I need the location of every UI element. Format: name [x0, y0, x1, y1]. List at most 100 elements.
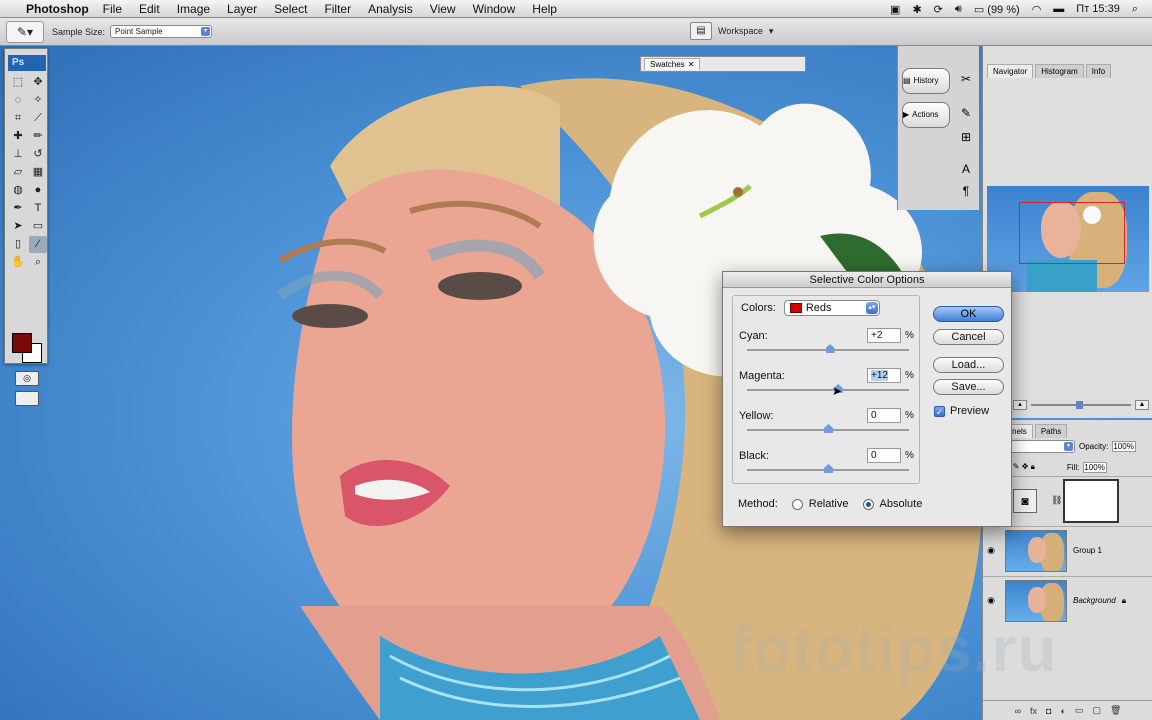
menu-help[interactable]: Help	[532, 2, 557, 16]
quick-mask-button[interactable]: ◎	[15, 371, 39, 386]
colors-select[interactable]: Reds ▴▾	[783, 300, 880, 316]
view-box[interactable]	[1019, 202, 1125, 264]
actions-panel-button[interactable]: ▶ Actions	[902, 102, 950, 128]
magenta-slider-track[interactable]	[747, 389, 909, 391]
opacity-field[interactable]: 100%	[1112, 440, 1137, 452]
tab-info[interactable]: Info	[1085, 64, 1112, 78]
battery-status[interactable]: ▭ (99 %)	[974, 3, 1020, 16]
volume-icon[interactable]: 🔊︎	[955, 3, 962, 16]
clone-source-icon[interactable]: ⊞	[955, 130, 977, 144]
move-tool-icon[interactable]: ✥	[29, 74, 47, 91]
menu-select[interactable]: Select	[274, 2, 307, 16]
load-button[interactable]: Load...	[933, 357, 1004, 373]
menu-image[interactable]: Image	[177, 2, 210, 16]
ps-logo[interactable]: Ps	[8, 55, 46, 71]
link-layers-icon[interactable]: ∞	[1015, 706, 1021, 716]
sample-size-select[interactable]: Point Sample ▾	[110, 25, 213, 38]
chevron-down-icon: ▾	[768, 25, 774, 36]
blur-tool-icon[interactable]: ◍	[9, 182, 27, 199]
brushes-icon[interactable]: ✎	[955, 106, 977, 120]
menu-layer[interactable]: Layer	[227, 2, 257, 16]
shape-tool-icon[interactable]: ▭	[29, 218, 47, 235]
pen-tool-icon[interactable]: ✒	[9, 200, 27, 217]
brush-tool-icon[interactable]: ✏	[29, 128, 47, 145]
layer-row-group-1[interactable]: ◉ Group 1	[983, 526, 1152, 574]
gradient-tool-icon[interactable]: ▦	[29, 164, 47, 181]
healing-brush-tool-icon[interactable]: ✚	[9, 128, 27, 145]
preview-checkbox[interactable]: ✓	[934, 405, 945, 417]
notes-tool-icon[interactable]: ▯	[9, 236, 27, 253]
history-brush-tool-icon[interactable]: ↺	[29, 146, 47, 163]
path-selection-tool-icon[interactable]: ➤	[9, 218, 27, 235]
cyan-field[interactable]: +2	[867, 328, 901, 343]
clone-stamp-tool-icon[interactable]: ⊥	[9, 146, 27, 163]
layer-style-icon[interactable]: fx	[1030, 706, 1037, 716]
menu-clock[interactable]: Пт 15:39	[1076, 3, 1120, 15]
bluetooth-icon[interactable]: ✱	[912, 3, 921, 16]
menu-window[interactable]: Window	[473, 2, 516, 16]
zoom-tool-icon[interactable]: ⌕	[29, 254, 47, 271]
screen-mode-button[interactable]	[15, 391, 39, 406]
marquee-tool-icon[interactable]: ⬚	[9, 74, 27, 91]
zoom-slider-thumb[interactable]	[1076, 401, 1083, 409]
tab-swatches[interactable]: Swatches ✕	[644, 58, 701, 70]
crop-tool-icon[interactable]: ⌗	[9, 110, 27, 127]
app-menu[interactable]: Photoshop	[26, 2, 89, 16]
dodge-tool-icon[interactable]: ●	[29, 182, 47, 199]
menu-file[interactable]: File	[103, 2, 122, 16]
zoom-slider[interactable]	[1031, 401, 1131, 409]
yellow-slider-thumb[interactable]	[824, 424, 833, 433]
yellow-field[interactable]: 0	[867, 408, 901, 423]
save-button[interactable]: Save...	[933, 379, 1004, 395]
visibility-eye-icon[interactable]: ◉	[983, 595, 999, 606]
absolute-radio[interactable]	[862, 498, 874, 510]
zoom-in-icon[interactable]: ▲	[1135, 400, 1149, 410]
delete-layer-icon[interactable]: 🗑︎	[1110, 705, 1121, 716]
type-tool-icon[interactable]: T	[29, 200, 47, 217]
menu-analysis[interactable]: Analysis	[368, 2, 413, 16]
hand-tool-icon[interactable]: ✋	[9, 254, 27, 271]
go-to-bridge-icon[interactable]: ▤	[690, 22, 712, 40]
slice-tool-icon[interactable]: ⟋	[29, 110, 47, 127]
tool-preset-picker[interactable]: ✎▾	[6, 20, 44, 43]
new-group-icon[interactable]: ▭	[1075, 705, 1084, 716]
magenta-field[interactable]: +12	[867, 368, 901, 383]
black-slider-thumb[interactable]	[824, 464, 833, 473]
fill-field[interactable]: 100%	[1083, 461, 1108, 473]
new-adjustment-icon[interactable]: ◐	[1060, 706, 1065, 716]
eyedropper-tool-icon[interactable]: ⁄	[29, 236, 47, 253]
ok-button[interactable]: OK	[933, 306, 1004, 322]
menu-view[interactable]: View	[430, 2, 456, 16]
sync-icon[interactable]: ⟳	[934, 3, 943, 16]
add-mask-icon[interactable]: ◘	[1046, 706, 1051, 716]
visibility-eye-icon[interactable]: ◉	[983, 545, 999, 556]
menu-filter[interactable]: Filter	[324, 2, 351, 16]
workspace-menu[interactable]: Workspace	[718, 26, 763, 36]
character-icon[interactable]: A	[955, 162, 977, 176]
black-field[interactable]: 0	[867, 448, 901, 463]
close-icon[interactable]: ✕	[688, 60, 695, 69]
relative-radio[interactable]	[791, 498, 803, 510]
layer-mask-thumbnail[interactable]	[1063, 478, 1119, 523]
tab-histogram[interactable]: Histogram	[1035, 64, 1084, 78]
spotlight-icon[interactable]: ⌕	[1132, 3, 1138, 16]
tab-paths[interactable]: Paths	[1034, 424, 1068, 438]
new-layer-icon[interactable]: ▢	[1092, 705, 1101, 716]
lasso-tool-icon[interactable]: ◌	[9, 92, 27, 109]
tab-navigator[interactable]: Navigator	[987, 64, 1034, 78]
paragraph-icon[interactable]: ¶	[955, 184, 977, 198]
flag-icon[interactable]: ▬	[1053, 3, 1064, 15]
preview-label: Preview	[950, 405, 990, 417]
cancel-button[interactable]: Cancel	[933, 329, 1004, 345]
history-panel-button[interactable]: ▤ History	[902, 68, 950, 94]
eraser-tool-icon[interactable]: ▱	[9, 164, 27, 181]
foreground-color-swatch[interactable]	[12, 333, 32, 353]
cyan-slider-thumb[interactable]	[825, 344, 835, 353]
tool-presets-icon[interactable]: ✂	[955, 72, 977, 86]
screen-record-icon[interactable]: ▣	[890, 3, 900, 16]
zoom-out-icon[interactable]: ▴	[1013, 400, 1027, 410]
menu-edit[interactable]: Edit	[139, 2, 160, 16]
magic-wand-tool-icon[interactable]: ✧	[29, 92, 47, 109]
wifi-icon[interactable]: ◠	[1032, 3, 1042, 16]
blend-mode-select[interactable]: ▾	[1003, 439, 1075, 453]
